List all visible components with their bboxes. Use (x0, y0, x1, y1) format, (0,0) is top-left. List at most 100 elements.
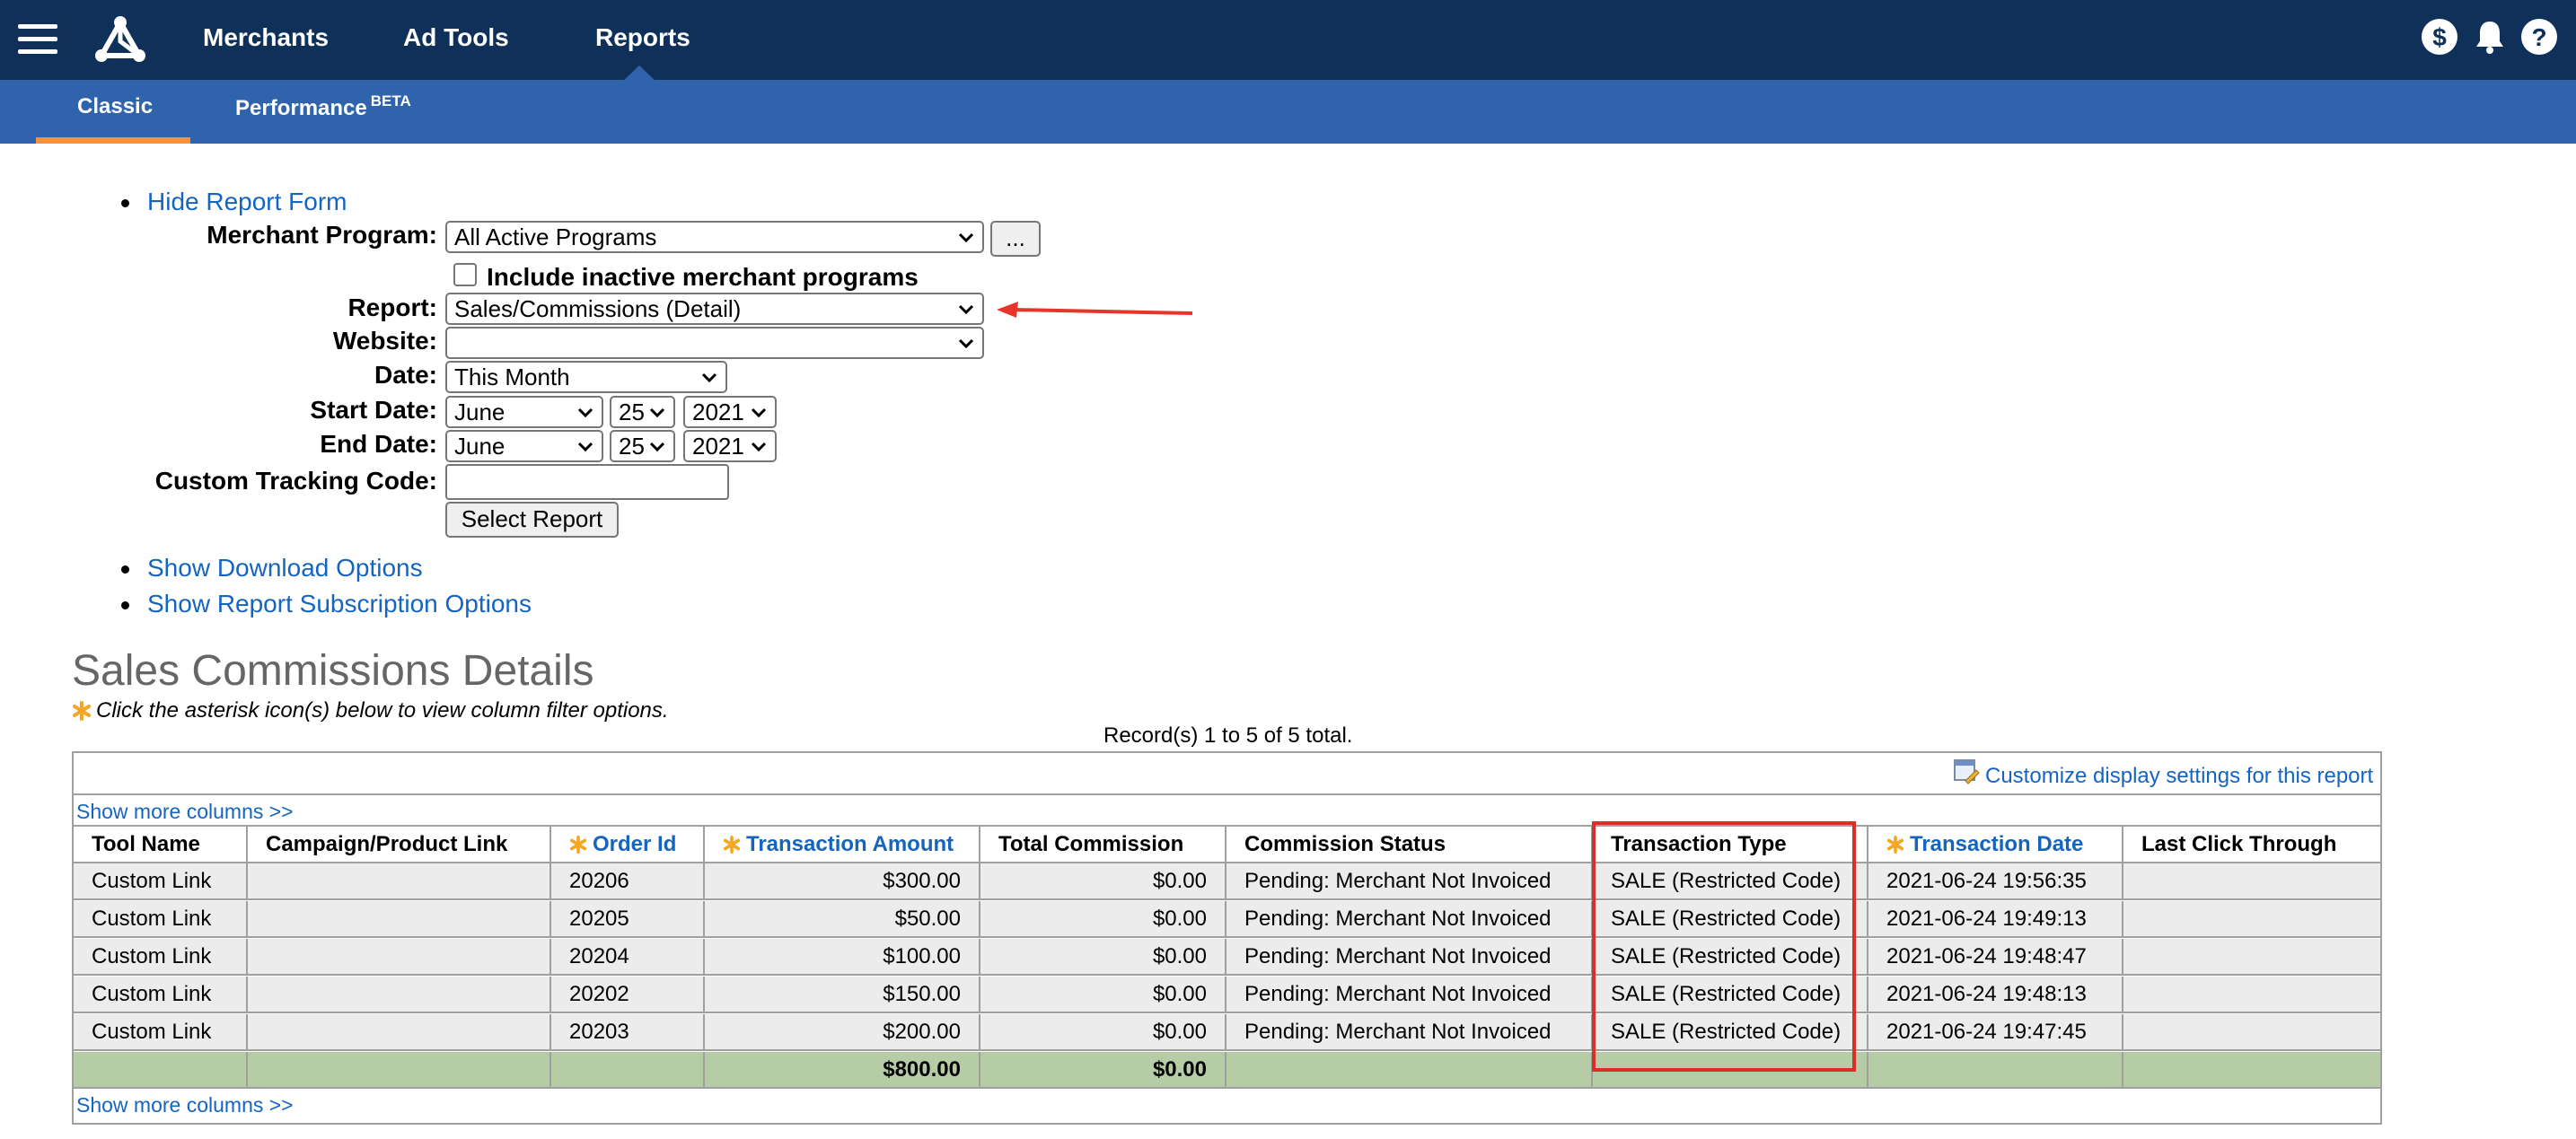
start-day-select[interactable]: 25 (610, 396, 675, 428)
nav-ad-tools[interactable]: Ad Tools (403, 23, 509, 52)
table-cell (248, 1052, 551, 1087)
website-label: Website: (332, 327, 437, 355)
cell-value: $0.00 (1152, 943, 1207, 968)
top-nav-bar: Merchants Ad Tools Reports $ ? (0, 0, 2576, 81)
start-year-value: 2021 (692, 399, 744, 425)
chevron-down-icon (958, 304, 974, 315)
end-year-select[interactable]: 2021 (683, 430, 777, 462)
show-download-options-link[interactable]: Show Download Options (147, 554, 423, 583)
table-cell (248, 901, 551, 936)
cell-value: 2021-06-24 19:49:13 (1886, 906, 2087, 931)
cell-value: Custom Link (92, 1019, 212, 1044)
cell-value: $0.00 (1152, 906, 1207, 931)
table-cell: $0.00 (980, 977, 1226, 1012)
logo-icon[interactable] (93, 14, 147, 65)
select-report-button[interactable]: Select Report (445, 502, 619, 538)
tab-classic[interactable]: Classic (36, 80, 190, 144)
table-cell: $150.00 (705, 977, 980, 1012)
cell-value: $300.00 (883, 868, 961, 893)
nav-reports[interactable]: Reports (595, 23, 690, 52)
cell-value: 20204 (569, 943, 629, 968)
include-inactive-checkbox[interactable] (453, 263, 477, 286)
report-value: Sales/Commissions (Detail) (454, 295, 742, 322)
table-cell (551, 1052, 705, 1087)
merchant-program-value: All Active Programs (454, 223, 657, 250)
table-cell: SALE (Restricted Code) (1593, 863, 1868, 898)
cell-value: SALE (Restricted Code) (1611, 906, 1842, 931)
more-programs-button[interactable]: ... (990, 221, 1041, 257)
table-cell: 2021-06-24 19:56:35 (1868, 863, 2123, 898)
column-header: Transaction Type (1593, 827, 1868, 862)
cell-value: 20202 (569, 981, 629, 1006)
column-header: Total Commission (980, 827, 1226, 862)
include-inactive-label: Include inactive merchant programs (487, 263, 919, 291)
asterisk-filter-icon[interactable] (723, 836, 741, 854)
end-day-select[interactable]: 25 (610, 430, 675, 462)
date-select[interactable]: This Month (445, 361, 727, 393)
table-cell (2123, 939, 2380, 974)
cell-value: Custom Link (92, 943, 212, 968)
report-select[interactable]: Sales/Commissions (Detail) (445, 293, 984, 325)
column-header-label: Campaign/Product Link (266, 831, 508, 856)
tracking-code-input[interactable] (445, 464, 729, 500)
column-header: Last Click Through (2123, 827, 2380, 862)
cell-value: 20206 (569, 868, 629, 893)
tab-classic-label: Classic (77, 94, 154, 118)
start-year-select[interactable]: 2021 (683, 396, 777, 428)
show-subscription-options-link[interactable]: Show Report Subscription Options (147, 590, 532, 618)
tab-performance-text: Performance BETA (235, 92, 411, 121)
asterisk-filter-icon[interactable] (1886, 836, 1904, 854)
cell-value: SALE (Restricted Code) (1611, 981, 1842, 1006)
table-cell (1868, 1052, 2123, 1087)
show-more-columns-link[interactable]: Show more columns >> (76, 800, 294, 824)
show-more-row-top: Show more columns >> (74, 795, 2380, 827)
table-total-row: $800.00 $0.00 (74, 1052, 2380, 1089)
date-label: Date: (374, 361, 437, 389)
asterisk-filter-icon[interactable] (569, 836, 587, 854)
website-select[interactable] (445, 327, 984, 359)
table-cell (248, 863, 551, 898)
cell-value: Pending: Merchant Not Invoiced (1244, 1019, 1552, 1044)
end-month-select[interactable]: June (445, 430, 603, 462)
table-cell: $0.00 (980, 901, 1226, 936)
cell-value: Custom Link (92, 868, 212, 893)
cell-value: 20203 (569, 1019, 629, 1044)
column-header-label: Transaction Type (1611, 831, 1787, 856)
column-header: Commission Status (1226, 827, 1593, 862)
customize-display-link[interactable]: Customize display settings for this repo… (1985, 764, 2373, 789)
hide-report-form-link[interactable]: Hide Report Form (147, 188, 347, 216)
merchant-program-select[interactable]: All Active Programs (445, 221, 984, 253)
start-date-label: Start Date: (310, 396, 437, 424)
tab-performance-label: Performance (235, 96, 367, 120)
table-header-row: Tool Name Campaign/Product Link Order Id Tr… (74, 827, 2380, 863)
table-cell: Pending: Merchant Not Invoiced (1226, 901, 1593, 936)
column-header-label: Last Click Through (2141, 831, 2337, 856)
column-header-label[interactable]: Order Id (593, 832, 676, 857)
table-cell: 20206 (551, 863, 705, 898)
bell-icon[interactable] (2470, 17, 2510, 57)
cell-value: $50.00 (894, 906, 961, 931)
table-cell: $0.00 (980, 1014, 1226, 1049)
menu-icon[interactable] (18, 24, 57, 55)
column-header-label[interactable]: Transaction Date (1910, 832, 2083, 857)
nav-merchants[interactable]: Merchants (203, 23, 329, 52)
end-year-value: 2021 (692, 433, 744, 460)
table-cell: 2021-06-24 19:49:13 (1868, 901, 2123, 936)
table-row: Custom Link 20204 $100.00 $0.00 Pending: Mer… (74, 939, 2380, 976)
table-cell (248, 1014, 551, 1049)
chevron-down-icon (577, 407, 593, 418)
table-row: Custom Link 20203 $200.00 $0.00 Pending: Mer… (74, 1014, 2380, 1051)
table-cell (2123, 1052, 2380, 1087)
asterisk-icon (73, 701, 91, 721)
table-cell: SALE (Restricted Code) (1593, 901, 1868, 936)
chevron-down-icon (751, 442, 767, 452)
tab-performance[interactable]: Performance BETA (217, 80, 433, 144)
table-cell: 20205 (551, 901, 705, 936)
start-month-select[interactable]: June (445, 396, 603, 428)
column-header-label[interactable]: Transaction Amount (746, 832, 954, 857)
dollar-icon[interactable]: $ (2420, 17, 2459, 57)
settings-icon[interactable] (1953, 758, 1980, 784)
show-more-columns-link[interactable]: Show more columns >> (76, 1093, 294, 1117)
help-icon[interactable]: ? (2519, 17, 2559, 57)
column-header: Order Id (551, 827, 705, 862)
